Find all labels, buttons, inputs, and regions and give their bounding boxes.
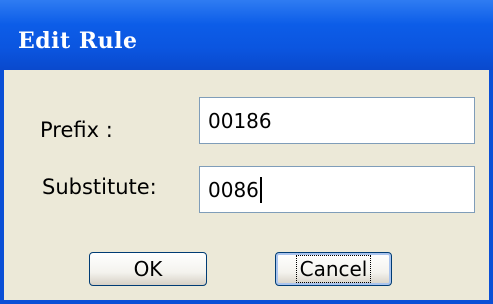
title-bar[interactable]: Edit Rule [0, 0, 493, 70]
edit-rule-dialog: Edit Rule Prefix : 00186 Substitute: 008… [0, 0, 493, 304]
cancel-button-label: Cancel [295, 255, 372, 283]
ok-button[interactable]: OK [89, 252, 207, 286]
prefix-value: 00186 [208, 108, 272, 133]
cancel-button[interactable]: Cancel [275, 252, 392, 286]
prefix-label: Prefix : [40, 118, 113, 142]
substitute-value: 0086 [208, 177, 259, 202]
prefix-input[interactable]: 00186 [199, 97, 475, 144]
dialog-title: Edit Rule [18, 28, 138, 54]
text-caret [259, 176, 262, 203]
substitute-label: Substitute: [42, 175, 157, 199]
ok-button-label: OK [133, 257, 163, 281]
substitute-input[interactable]: 0086 [199, 166, 475, 213]
